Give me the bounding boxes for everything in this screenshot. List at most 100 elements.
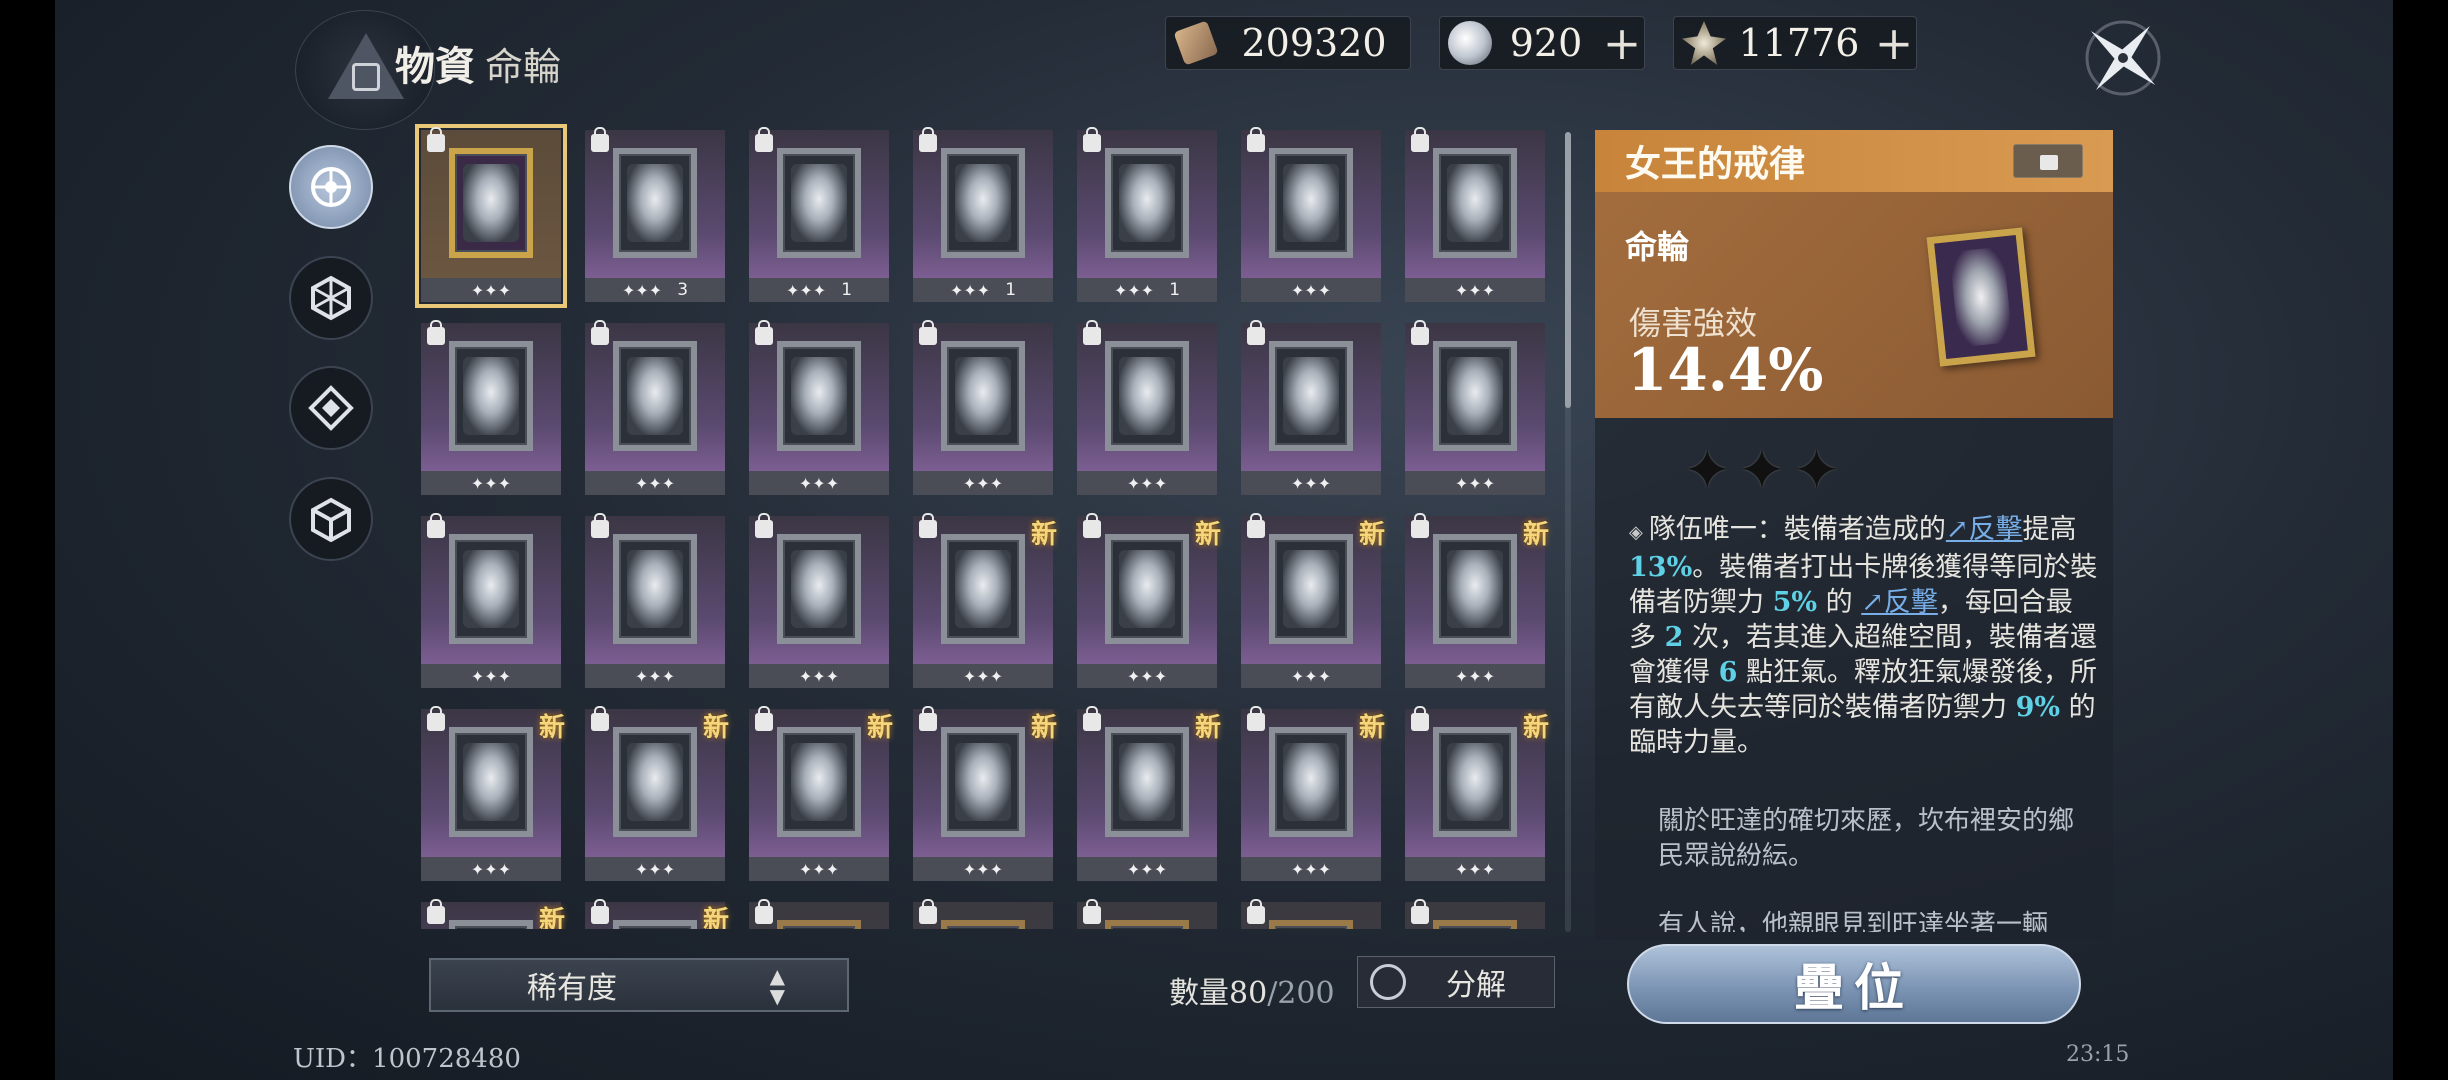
- item-card[interactable]: 新 ✦✦✦: [1241, 513, 1385, 688]
- sort-dropdown[interactable]: 稀有度 ▲ ▼: [429, 958, 849, 1012]
- card-stars: ✦✦✦: [634, 859, 676, 879]
- card-rarity-bar: ✦✦✦: [421, 857, 561, 881]
- item-card[interactable]: ✦✦✦: [1241, 127, 1381, 302]
- item-card[interactable]: ✦✦✦: [415, 124, 567, 308]
- add-shards-button[interactable]: +: [1872, 20, 1916, 66]
- item-effect-text: ◈ 隊伍唯一：裝備者造成的↗反擊提高 13%。裝備者打出卡牌後獲得等同於裝備者防禦…: [1629, 514, 2098, 758]
- grid-scrollbar[interactable]: [1565, 132, 1571, 408]
- item-card[interactable]: 新 ✦✦✦: [913, 513, 1057, 688]
- item-card[interactable]: ✦✦✦ 3: [585, 127, 725, 302]
- item-card[interactable]: 新 ✦✦✦: [913, 706, 1057, 881]
- item-card[interactable]: ✦✦✦: [1405, 127, 1545, 302]
- card-portrait: [777, 341, 861, 451]
- item-card[interactable]: ✦✦✦: [1405, 320, 1545, 495]
- card-portrait: [613, 341, 697, 451]
- item-card[interactable]: 新 ✦✦✦: [421, 706, 565, 881]
- item-card[interactable]: 新 ✦✦✦: [749, 706, 893, 881]
- lock-icon: [427, 513, 445, 538]
- item-card[interactable]: 新: [421, 899, 565, 929]
- card-portrait: [777, 727, 861, 837]
- lock-icon: [427, 127, 445, 152]
- item-card[interactable]: 新: [585, 899, 729, 929]
- item-card[interactable]: ✦✦✦: [585, 320, 725, 495]
- nav-diamond[interactable]: [289, 366, 373, 450]
- new-badge: 新: [1358, 713, 1385, 743]
- item-card[interactable]: ✦✦✦: [1241, 320, 1381, 495]
- item-card[interactable]: 新 ✦✦✦: [1241, 706, 1385, 881]
- card-rarity-bar: ✦✦✦ 1: [749, 278, 889, 302]
- card-portrait: [941, 534, 1025, 644]
- item-card[interactable]: ✦✦✦ 1: [913, 127, 1053, 302]
- lock-icon: [919, 706, 937, 731]
- lock-icon: [591, 127, 609, 152]
- lock-icon: [1247, 899, 1265, 924]
- card-stars: ✦✦✦: [962, 859, 1004, 879]
- item-card[interactable]: 新 ✦✦✦: [1077, 513, 1221, 688]
- item-card[interactable]: [1241, 899, 1381, 929]
- lock-icon: [1083, 899, 1101, 924]
- item-card[interactable]: ✦✦✦: [421, 513, 561, 688]
- lock-icon: [755, 899, 773, 924]
- card-rarity-bar: ✦✦✦: [1241, 664, 1381, 688]
- new-badge: 新: [1030, 713, 1057, 743]
- item-card[interactable]: [1077, 899, 1217, 929]
- counter-keyword-link[interactable]: ↗反擊: [1861, 587, 1938, 618]
- item-card[interactable]: [1405, 899, 1545, 929]
- card-rarity-bar: ✦✦✦: [421, 471, 561, 495]
- item-card[interactable]: ✦✦✦ 1: [1077, 127, 1217, 302]
- lock-icon: [1411, 320, 1429, 345]
- item-card[interactable]: ✦✦✦ 1: [749, 127, 889, 302]
- stack-button[interactable]: 疊位: [1627, 944, 2081, 1024]
- card-stars: ✦✦✦: [470, 473, 512, 493]
- nav-destiny-wheel[interactable]: [289, 145, 373, 229]
- item-card[interactable]: 新 ✦✦✦: [1405, 706, 1549, 881]
- card-portrait: [1269, 534, 1353, 644]
- card-portrait: [941, 148, 1025, 258]
- card-portrait: [1433, 727, 1517, 837]
- card-portrait: [777, 148, 861, 258]
- item-card[interactable]: ✦✦✦: [421, 320, 561, 495]
- item-card[interactable]: [913, 899, 1053, 929]
- card-rarity-bar: ✦✦✦: [1405, 857, 1545, 881]
- item-card[interactable]: ✦✦✦: [749, 513, 889, 688]
- decompose-button[interactable]: 分解: [1357, 956, 1555, 1008]
- card-stars: ✦✦✦: [1126, 859, 1168, 879]
- new-badge: 新: [702, 713, 729, 743]
- card-stars: ✦✦✦: [798, 473, 840, 493]
- page-subtitle: 命輪: [485, 45, 562, 89]
- item-card[interactable]: [749, 899, 889, 929]
- nav-hexagon[interactable]: [289, 256, 373, 340]
- item-card[interactable]: 新 ✦✦✦: [1405, 513, 1549, 688]
- card-portrait: [1269, 727, 1353, 837]
- counter-keyword-link[interactable]: ↗反擊: [1946, 514, 2023, 545]
- card-portrait: [1105, 920, 1189, 929]
- lock-icon: [1247, 320, 1265, 345]
- item-card[interactable]: 新 ✦✦✦: [585, 706, 729, 881]
- card-portrait: [941, 727, 1025, 837]
- item-portrait: [1926, 227, 2036, 367]
- item-card[interactable]: ✦✦✦: [585, 513, 725, 688]
- new-badge: 新: [866, 713, 893, 743]
- lock-icon: [427, 706, 445, 731]
- item-card[interactable]: ✦✦✦: [1077, 320, 1217, 495]
- lock-icon: [591, 706, 609, 731]
- card-count: 1: [1169, 280, 1181, 300]
- card-rarity-bar: ✦✦✦: [585, 857, 725, 881]
- item-card[interactable]: ✦✦✦: [913, 320, 1053, 495]
- add-orbs-button[interactable]: +: [1600, 20, 1644, 66]
- card-stars: ✦✦✦: [470, 280, 512, 300]
- lock-toggle-button[interactable]: [2013, 144, 2083, 178]
- card-portrait: [449, 341, 533, 451]
- compass-icon[interactable]: [2073, 8, 2173, 108]
- nav-cube[interactable]: [289, 477, 373, 561]
- card-portrait: [449, 727, 533, 837]
- item-card[interactable]: 新 ✦✦✦: [1077, 706, 1221, 881]
- lock-icon: [591, 899, 609, 924]
- card-rarity-bar: ✦✦✦: [913, 471, 1053, 495]
- card-stars: ✦✦✦: [634, 473, 676, 493]
- card-portrait: [1105, 341, 1189, 451]
- item-card[interactable]: ✦✦✦: [749, 320, 889, 495]
- card-stars: ✦✦✦: [470, 859, 512, 879]
- card-portrait: [449, 534, 533, 644]
- card-portrait: [1433, 341, 1517, 451]
